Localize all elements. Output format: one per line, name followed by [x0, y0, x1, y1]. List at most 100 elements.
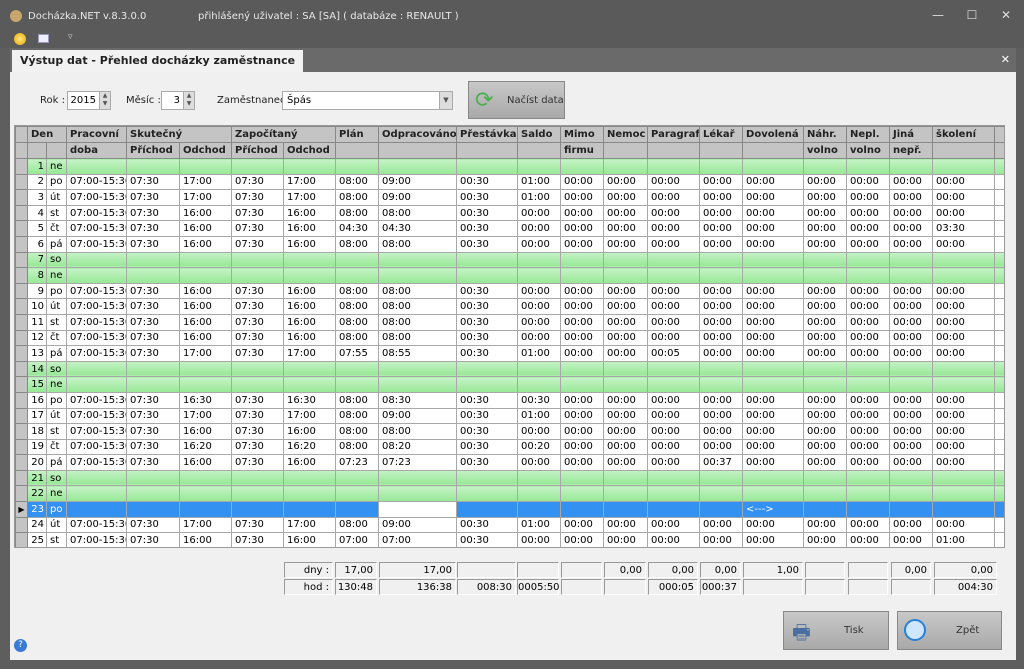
column-subheader[interactable]: firmu — [560, 142, 605, 159]
cell[interactable]: 00:00 — [803, 329, 848, 347]
cell[interactable]: 00:00 — [517, 220, 562, 237]
cell[interactable] — [742, 469, 805, 487]
table-row[interactable]: 19 čt 07:00-15:30 07:30 16:20 07:30 16:20 08:00… — [15, 438, 1004, 456]
cell[interactable]: 16:00 — [283, 282, 337, 300]
cell[interactable]: 00:00 — [932, 235, 996, 253]
cell[interactable] — [560, 360, 605, 378]
cell[interactable] — [603, 501, 649, 518]
cell[interactable] — [179, 469, 233, 487]
cell[interactable] — [603, 158, 649, 175]
cell[interactable]: so — [45, 360, 68, 378]
cell[interactable]: 00:00 — [803, 438, 848, 456]
cell[interactable]: 00:00 — [517, 313, 562, 331]
row-selector[interactable] — [15, 516, 28, 534]
cell[interactable]: ne — [45, 158, 68, 175]
cell[interactable]: 00:30 — [456, 204, 519, 222]
cell[interactable] — [699, 158, 744, 175]
cell[interactable] — [603, 267, 649, 284]
cell[interactable]: 00:30 — [456, 173, 519, 191]
table-row[interactable]: 4st 07:00-15:30 07:30 16:00 07:30 16:00 08:00 0… — [15, 204, 1004, 222]
cell[interactable]: 08:20 — [378, 438, 458, 456]
cell[interactable]: 08:00 — [378, 423, 458, 440]
cell[interactable]: 00:00 — [603, 313, 649, 331]
cell[interactable] — [603, 251, 649, 269]
cell[interactable] — [283, 485, 337, 503]
cell[interactable] — [66, 158, 128, 175]
cell[interactable]: pá — [45, 345, 68, 362]
month-spinner[interactable]: 3 ▲ ▼ — [161, 91, 195, 110]
column-header[interactable]: Jiná — [889, 126, 934, 143]
cell[interactable] — [846, 485, 891, 503]
cell[interactable]: 07:30 — [231, 204, 285, 222]
cell[interactable]: 00:00 — [803, 189, 848, 206]
cell[interactable]: 08:00 — [335, 423, 380, 440]
cell[interactable]: 04:30 — [335, 220, 380, 237]
cell[interactable]: po — [45, 391, 68, 409]
cell[interactable]: 00:00 — [932, 407, 996, 425]
cell[interactable]: 00:00 — [517, 454, 562, 471]
cell[interactable]: st — [45, 423, 68, 440]
cell[interactable] — [456, 360, 519, 378]
cell[interactable] — [603, 360, 649, 378]
cell[interactable]: 16:00 — [283, 454, 337, 471]
column-header[interactable]: Dovolená — [742, 126, 805, 143]
cell[interactable] — [456, 158, 519, 175]
cell[interactable] — [889, 469, 934, 487]
cell[interactable] — [647, 251, 701, 269]
sun-icon[interactable] — [14, 33, 26, 45]
column-header[interactable]: Nepl. — [846, 126, 891, 143]
cell[interactable]: 07:30 — [126, 220, 181, 237]
cell[interactable]: 09:00 — [378, 407, 458, 425]
cell[interactable]: 13 — [27, 345, 47, 362]
cell[interactable]: út — [45, 516, 68, 534]
cell[interactable]: 00:00 — [846, 282, 891, 300]
row-selector[interactable]: ▶ — [15, 501, 28, 518]
row-selector[interactable] — [15, 345, 28, 362]
cell[interactable]: 00:00 — [647, 220, 701, 237]
cell[interactable] — [560, 251, 605, 269]
cell[interactable]: 07:00-15:30 — [66, 391, 128, 409]
cell[interactable] — [378, 485, 458, 503]
cell[interactable]: 00:00 — [889, 532, 934, 547]
cell[interactable] — [932, 158, 996, 175]
cell[interactable]: pá — [45, 454, 68, 471]
cell[interactable]: 00:00 — [803, 391, 848, 409]
cell[interactable]: 00:00 — [560, 454, 605, 471]
cell[interactable] — [699, 469, 744, 487]
cell[interactable]: 00:00 — [932, 423, 996, 440]
cell[interactable]: 17:00 — [283, 345, 337, 362]
cell[interactable]: 20 — [27, 454, 47, 471]
cell[interactable] — [742, 485, 805, 503]
cell[interactable]: 00:00 — [742, 220, 805, 237]
row-selector[interactable] — [15, 251, 28, 269]
row-selector[interactable] — [15, 532, 28, 547]
cell[interactable]: 07:00-15:30 — [66, 423, 128, 440]
cell[interactable]: 14 — [27, 360, 47, 378]
cell[interactable]: 00:00 — [803, 282, 848, 300]
cell[interactable]: 00:30 — [456, 438, 519, 456]
column-subheader[interactable]: Příchod — [231, 142, 285, 159]
cell[interactable]: 00:00 — [742, 204, 805, 222]
cell[interactable]: pá — [45, 235, 68, 253]
cell[interactable] — [647, 376, 701, 393]
cell[interactable] — [699, 251, 744, 269]
cell[interactable]: 16:00 — [179, 532, 233, 547]
cell[interactable]: 07:00-15:30 — [66, 532, 128, 547]
cell[interactable]: 00:00 — [647, 204, 701, 222]
cell[interactable]: 08:00 — [335, 189, 380, 206]
column-subheader[interactable]: Odchod — [283, 142, 337, 159]
cell[interactable]: 07:30 — [231, 298, 285, 315]
cell[interactable] — [889, 158, 934, 175]
cell[interactable]: 00:00 — [742, 516, 805, 534]
cell[interactable]: 00:00 — [889, 235, 934, 253]
cell[interactable]: 16:00 — [283, 235, 337, 253]
cell[interactable]: 00:30 — [456, 532, 519, 547]
cell[interactable]: po — [45, 501, 68, 518]
cell[interactable] — [231, 158, 285, 175]
cell[interactable] — [932, 469, 996, 487]
cell[interactable]: 16:00 — [283, 313, 337, 331]
cell[interactable] — [889, 267, 934, 284]
row-selector[interactable] — [15, 469, 28, 487]
cell[interactable] — [179, 251, 233, 269]
cell[interactable]: 07:30 — [126, 532, 181, 547]
